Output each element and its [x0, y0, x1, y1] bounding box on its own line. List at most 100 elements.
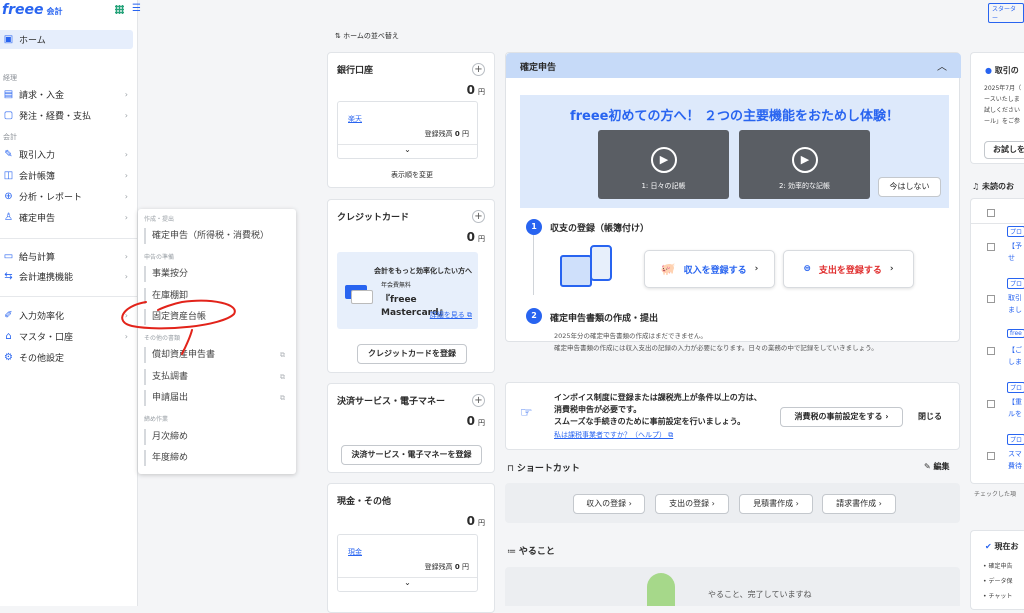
sidebar-section-kaikei: 会計 [3, 133, 17, 141]
bank-account-box: 楽天 登録残高 0 円 ⌄ [337, 101, 478, 159]
credit-total: 0円 [466, 230, 485, 244]
bookmark-icon: ⊓ [507, 464, 515, 474]
shortcut-invoice[interactable]: 請求書作成 › [822, 494, 896, 514]
register-expense-button[interactable]: ⊜ 支出を登録する › [783, 250, 914, 288]
app-grid-icon[interactable] [115, 5, 124, 14]
change-order-link[interactable]: 表示順を変更 [328, 170, 496, 180]
not-now-button[interactable]: 今はしない [878, 177, 941, 197]
payment-services-card: 決済サービス・電子マネー + 0円 決済サービス・電子マネーを登録 [327, 383, 495, 473]
todo-area: やること、完了していますね [505, 567, 960, 606]
sort-icon: ⇅ [335, 32, 341, 40]
sidebar-item-books[interactable]: ◫ 会計帳簿 › [0, 167, 136, 183]
sidebar-item-tax[interactable]: ♙ 確定申告 › [0, 209, 136, 225]
row-checkbox[interactable] [987, 243, 995, 251]
submenu-section: 締め作業 [144, 416, 169, 423]
collapse-sidebar-icon[interactable]: ☰ [132, 3, 141, 14]
shortcut-estimate[interactable]: 見積書作成 › [739, 494, 813, 514]
register-credit-button[interactable]: クレジットカードを登録 [357, 344, 467, 364]
chevron-right-icon: › [124, 170, 128, 180]
row-checkbox[interactable] [987, 347, 995, 355]
sidebar-item-analysis[interactable]: ⊕ 分析・レポート › [0, 188, 136, 204]
shortcut-expense[interactable]: 支出の登録 › [655, 494, 729, 514]
try-button[interactable]: お試しを [984, 141, 1024, 159]
notice-row[interactable]: 取引 まし [1008, 292, 1022, 316]
sidebar-item-billing[interactable]: ▤ 請求・入金 › [0, 86, 136, 102]
bank-account-link[interactable]: 楽天 [348, 114, 362, 124]
submenu-item-filing[interactable]: 確定申告（所得税・消費税） [144, 228, 289, 244]
check-circle-icon: ✔ [985, 542, 992, 551]
edit-shortcut-button[interactable]: ✎ 編集 [924, 461, 950, 472]
detail-link[interactable]: 詳細を見る ⧉ [430, 310, 472, 320]
submenu-item-notifications[interactable]: 申請届出 ⧉ [144, 390, 289, 406]
submenu-item-family[interactable]: 事業按分 [144, 266, 289, 282]
video-label: 2: 効率的な記帳 [778, 182, 831, 190]
register-payment-service-button[interactable]: 決済サービス・電子マネーを登録 [341, 445, 482, 465]
notice-row[interactable]: 【ご しま [1008, 344, 1022, 368]
row-checkbox[interactable] [987, 452, 995, 460]
category-tag: プロ [1007, 434, 1024, 445]
banner-title: freee初めての方へ！ ２つの主要機能をおためし体験！ [569, 109, 900, 124]
bookkeeping-illustration [560, 245, 620, 297]
checked-items-link[interactable]: チェックした項 [974, 489, 1016, 498]
pen-icon: ✎ [4, 148, 13, 160]
add-bank-button[interactable]: + [472, 63, 485, 76]
play-icon: ▶ [651, 147, 677, 173]
row-checkbox[interactable] [987, 400, 995, 408]
credit-card-card: クレジットカード + 0円 会計をもっと効率化したい方へ 年会費無料 『free… [327, 199, 495, 373]
sidebar-item-ordering[interactable]: ▢ 発注・経費・支払 › [0, 107, 136, 123]
invoice-notice: ☞ インボイス制度に登録または課税売上が条件以上の方は、 消費税申告が必要です。… [505, 382, 960, 450]
pencil-icon: ✎ [924, 462, 931, 471]
notice-row[interactable]: 【予せ [1008, 240, 1022, 264]
invoice-text: インボイス制度に登録または課税売上が条件以上の方は、 消費税申告が必要です。 ス… [554, 393, 762, 426]
tax-panel-header[interactable]: 確定申告 ︿ [506, 53, 961, 78]
shortcut-header: ⊓ ショートカット [507, 464, 580, 474]
video-daily-bookkeeping[interactable]: ▶ 1: 日々の記帳 [598, 130, 729, 199]
unread-list: プロ 【予せ プロ 取引 まし free 【ご しま プロ 【重 ルを プロ スマ 費待 [970, 198, 1024, 484]
chevron-down-icon[interactable]: ⌄ [338, 577, 477, 592]
cash-total: 0円 [466, 514, 485, 528]
chevron-down-icon[interactable]: ⌄ [338, 144, 477, 159]
cash-balance: 登録残高 0 円 [424, 563, 469, 571]
todo-done-text: やること、完了していますね [708, 590, 812, 599]
sidebar-item-integration[interactable]: ⇆ 会計連携機能 › [0, 268, 136, 284]
close-button[interactable]: 閉じる [918, 411, 942, 422]
shortcut-income[interactable]: 収入の登録 › [573, 494, 645, 514]
step1-title: 収支の登録（帳簿付け） [550, 224, 650, 234]
submenu-item-payment-record[interactable]: 支払調書 ⧉ [144, 369, 289, 385]
step2-note2: 確定申告書類の作成には収入支出の記録の入力が必要になります。日々の業務の中で記録… [554, 344, 878, 352]
notice-row[interactable]: 【重 ルを [1008, 396, 1022, 420]
credit-card-image [351, 290, 373, 304]
help-link[interactable]: 私は課税事業者ですか？（ヘルプ） ⧉ [554, 430, 673, 440]
chevron-up-icon[interactable]: ︿ [937, 58, 947, 73]
sidebar-item-home[interactable]: ▣ ホーム [0, 30, 133, 49]
person-illustration [647, 573, 675, 606]
wand-icon: ✐ [4, 309, 13, 321]
external-link-icon: ⧉ [280, 394, 285, 402]
chevron-right-icon: › [124, 110, 128, 120]
select-all-checkbox[interactable] [987, 209, 995, 217]
card-title: 銀行口座 [337, 66, 374, 76]
category-tag: プロ [1007, 278, 1024, 289]
pointing-hand-icon: ☞ [520, 405, 533, 421]
video-efficient-bookkeeping[interactable]: ▶ 2: 効率的な記帳 [739, 130, 870, 199]
notice-row[interactable]: スマ 費待 [1008, 448, 1022, 472]
row-checkbox[interactable] [987, 295, 995, 303]
submenu-item-monthly[interactable]: 月次締め [144, 429, 289, 445]
payroll-icon: ▭ [3, 250, 14, 262]
cash-account-link[interactable]: 現金 [348, 547, 362, 557]
reorder-home-link[interactable]: ⇅ ホームの並べ替え [335, 31, 399, 41]
step-line [533, 235, 534, 295]
add-payment-service-button[interactable]: + [472, 394, 485, 407]
submenu-item-yearly[interactable]: 年度締め [144, 450, 289, 466]
tax-setup-button[interactable]: 消費税の事前設定をする › [780, 407, 903, 427]
sidebar-item-entry[interactable]: ✎ 取引入力 › [0, 146, 136, 162]
category-tag: free [1007, 329, 1024, 338]
sidebar-item-payroll[interactable]: ▭ 給与計算 › [0, 248, 136, 264]
card-title: 決済サービス・電子マネー [337, 397, 446, 407]
add-credit-button[interactable]: + [472, 210, 485, 223]
annual-fee: 年会費無料 [381, 282, 412, 289]
chevron-right-icon: › [124, 271, 128, 281]
freee-logo[interactable]: freee 会計 [2, 2, 62, 18]
register-income-button[interactable]: 🐖 収入を登録する › [644, 250, 775, 288]
cash-account-box: 現金 登録残高 0 円 ⌄ [337, 534, 478, 592]
